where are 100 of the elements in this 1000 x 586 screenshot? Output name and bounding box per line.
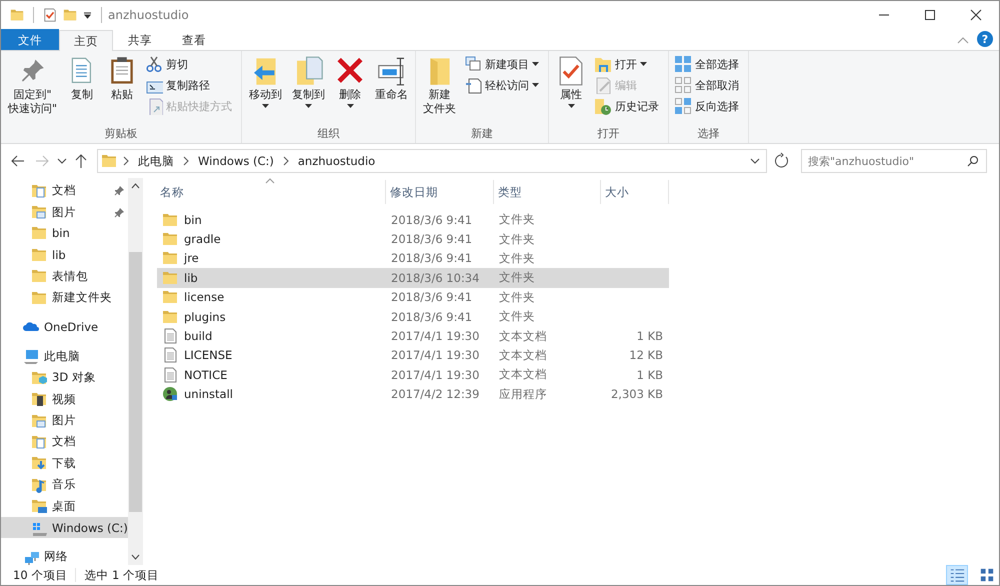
sidebar-item[interactable]: 3D 对象 — [1, 367, 128, 389]
selection-count: 选中 1 个项目 — [84, 568, 159, 582]
folder-icon — [31, 225, 47, 242]
file-row[interactable]: uninstall 2017/4/2 12:39 应用程序 2,303 KB — [157, 384, 669, 404]
file-type: 文本文档 — [499, 367, 547, 382]
file-row[interactable]: jre 2018/3/6 9:41 文件夹 — [157, 248, 669, 268]
ribbon-button[interactable]: 移动到 — [245, 54, 286, 126]
ribbon-tab[interactable]: 主页 — [59, 30, 113, 51]
file-type: 文本文档 — [499, 348, 547, 363]
file-row[interactable]: bin 2018/3/6 9:41 文件夹 — [157, 210, 669, 230]
ribbon-button[interactable]: 属性 — [552, 54, 590, 126]
breadcrumb-item[interactable]: anzhuostudio — [294, 154, 378, 168]
file-row[interactable]: plugins 2018/3/6 9:41 文件夹 — [157, 306, 669, 326]
breadcrumb-item[interactable]: 此电脑 — [135, 154, 177, 168]
ribbon-button[interactable]: 复制路径 — [143, 75, 234, 95]
sidebar-item[interactable]: 图片 — [1, 410, 128, 432]
ribbon-group-label: 组织 — [316, 126, 341, 142]
sidebar-item[interactable]: lib — [1, 244, 128, 266]
sidebar-item[interactable]: OneDrive — [1, 316, 128, 338]
column-header[interactable]: 名称 — [157, 180, 386, 204]
help-button[interactable]: ? — [977, 31, 993, 47]
sidebar-item[interactable]: 桌面 — [1, 495, 128, 517]
documents-icon — [31, 182, 47, 199]
file-menu-tab[interactable]: 文件 — [1, 29, 59, 50]
file-type: 文件夹 — [499, 250, 535, 266]
sidebar-item[interactable]: 图片 — [1, 201, 128, 223]
checklist-icon[interactable] — [43, 7, 57, 23]
edit-icon — [594, 76, 612, 94]
modified-date: 2018/3/6 9:41 — [391, 290, 472, 304]
file-row[interactable]: NOTICE 2017/4/1 19:30 文本文档 1 KB — [157, 365, 669, 385]
history-icon — [594, 97, 612, 115]
ribbon-button[interactable]: 新建项目 — [462, 54, 542, 74]
ribbon-button[interactable]: 新建 文件夹 — [419, 54, 460, 126]
column-header[interactable]: 修改日期 — [386, 180, 494, 204]
ribbon-button[interactable]: 固定到" 快速访问" — [4, 54, 62, 126]
sidebar-item[interactable]: 文档 — [1, 180, 128, 202]
sidebar-item[interactable]: 新建文件夹 — [1, 286, 128, 308]
sidebar-item[interactable]: 此电脑 — [1, 346, 128, 368]
music-icon — [31, 476, 47, 493]
details-view-icon[interactable] — [947, 566, 967, 584]
ribbon-button[interactable]: 复制 — [63, 54, 102, 126]
column-header[interactable]: 类型 — [494, 180, 601, 204]
modified-date: 2018/3/6 9:41 — [391, 212, 472, 227]
sidebar-item[interactable]: 音乐 — [1, 474, 128, 496]
file-type: 文件夹 — [499, 290, 535, 305]
file-size: 12 KB — [629, 348, 663, 362]
collapse-ribbon-icon[interactable] — [957, 36, 969, 44]
new-item-icon — [464, 55, 482, 73]
file-name: build — [184, 329, 212, 344]
address-bar[interactable]: 此电脑 Windows (C:) anzhuostudio — [97, 149, 767, 173]
file-row[interactable]: build 2017/4/1 19:30 文本文档 1 KB — [157, 326, 669, 346]
folder-icon — [31, 268, 47, 284]
ribbon-tab[interactable]: 查看 — [167, 29, 221, 50]
ribbon-button[interactable]: 反向选择 — [672, 96, 742, 116]
folder-icon — [162, 270, 178, 286]
breadcrumb-item[interactable]: Windows (C:) — [195, 154, 277, 168]
ribbon-tab[interactable]: 共享 — [113, 29, 167, 50]
scrollbar[interactable] — [128, 178, 143, 565]
invert-selection-icon — [674, 97, 692, 115]
file-type: 应用程序 — [499, 386, 547, 402]
modified-date: 2018/3/6 9:41 — [391, 232, 472, 246]
file-name: NOTICE — [184, 368, 228, 382]
search-icon[interactable] — [967, 155, 979, 167]
ribbon-button[interactable]: 重命名 — [371, 54, 412, 126]
dropdown-icon[interactable] — [83, 10, 92, 20]
ribbon-button[interactable]: 全部取消 — [672, 75, 742, 95]
folder-icon — [162, 250, 178, 266]
search-field[interactable]: 搜索"anzhuostudio" — [801, 149, 987, 173]
sidebar-item[interactable]: Windows (C:) — [1, 516, 128, 538]
sidebar-item[interactable]: 表情包 — [1, 266, 128, 287]
ribbon-button[interactable]: 轻松访问 — [462, 75, 542, 95]
file-row[interactable]: LICENSE 2017/4/1 19:30 文本文档 12 KB — [157, 346, 669, 366]
ribbon-button[interactable]: 复制到 — [288, 54, 330, 126]
column-header[interactable]: 大小 — [601, 180, 669, 204]
sidebar-item[interactable]: 网络 — [1, 546, 128, 568]
select-all-icon — [674, 55, 692, 73]
ribbon-button[interactable]: 历史记录 — [592, 96, 662, 116]
folder-icon — [31, 246, 47, 263]
desktop-icon — [31, 498, 47, 514]
file-type: 文本文档 — [499, 328, 547, 344]
ribbon-group-label: 新建 — [470, 126, 494, 142]
folder-icon — [162, 308, 178, 325]
folder-icon — [162, 212, 178, 228]
ribbon-button[interactable]: 剪切 — [143, 54, 234, 74]
sidebar-item[interactable]: 文档 — [1, 431, 128, 453]
ribbon-button[interactable]: 删除 — [331, 54, 370, 126]
scissors-icon — [145, 55, 164, 73]
file-row[interactable]: gradle 2018/3/6 9:41 文件夹 — [157, 229, 669, 249]
ribbon-button[interactable]: 打开 — [592, 54, 662, 74]
ribbon-button[interactable]: 全部选择 — [672, 54, 742, 74]
file-row[interactable]: license 2018/3/6 9:41 文件夹 — [157, 288, 669, 307]
file-row[interactable]: lib 2018/3/6 10:34 文件夹 — [157, 268, 669, 288]
sidebar-item[interactable]: 视频 — [1, 388, 128, 410]
file-type: 文件夹 — [499, 212, 535, 228]
ribbon-button[interactable]: 粘贴 — [103, 54, 142, 126]
window-title: anzhuostudio — [108, 8, 189, 22]
scrollbar-thumb[interactable] — [128, 252, 142, 512]
sidebar-item[interactable]: 下载 — [1, 452, 128, 474]
sidebar-item[interactable]: bin — [1, 222, 128, 244]
file-size: 1 KB — [636, 329, 663, 344]
